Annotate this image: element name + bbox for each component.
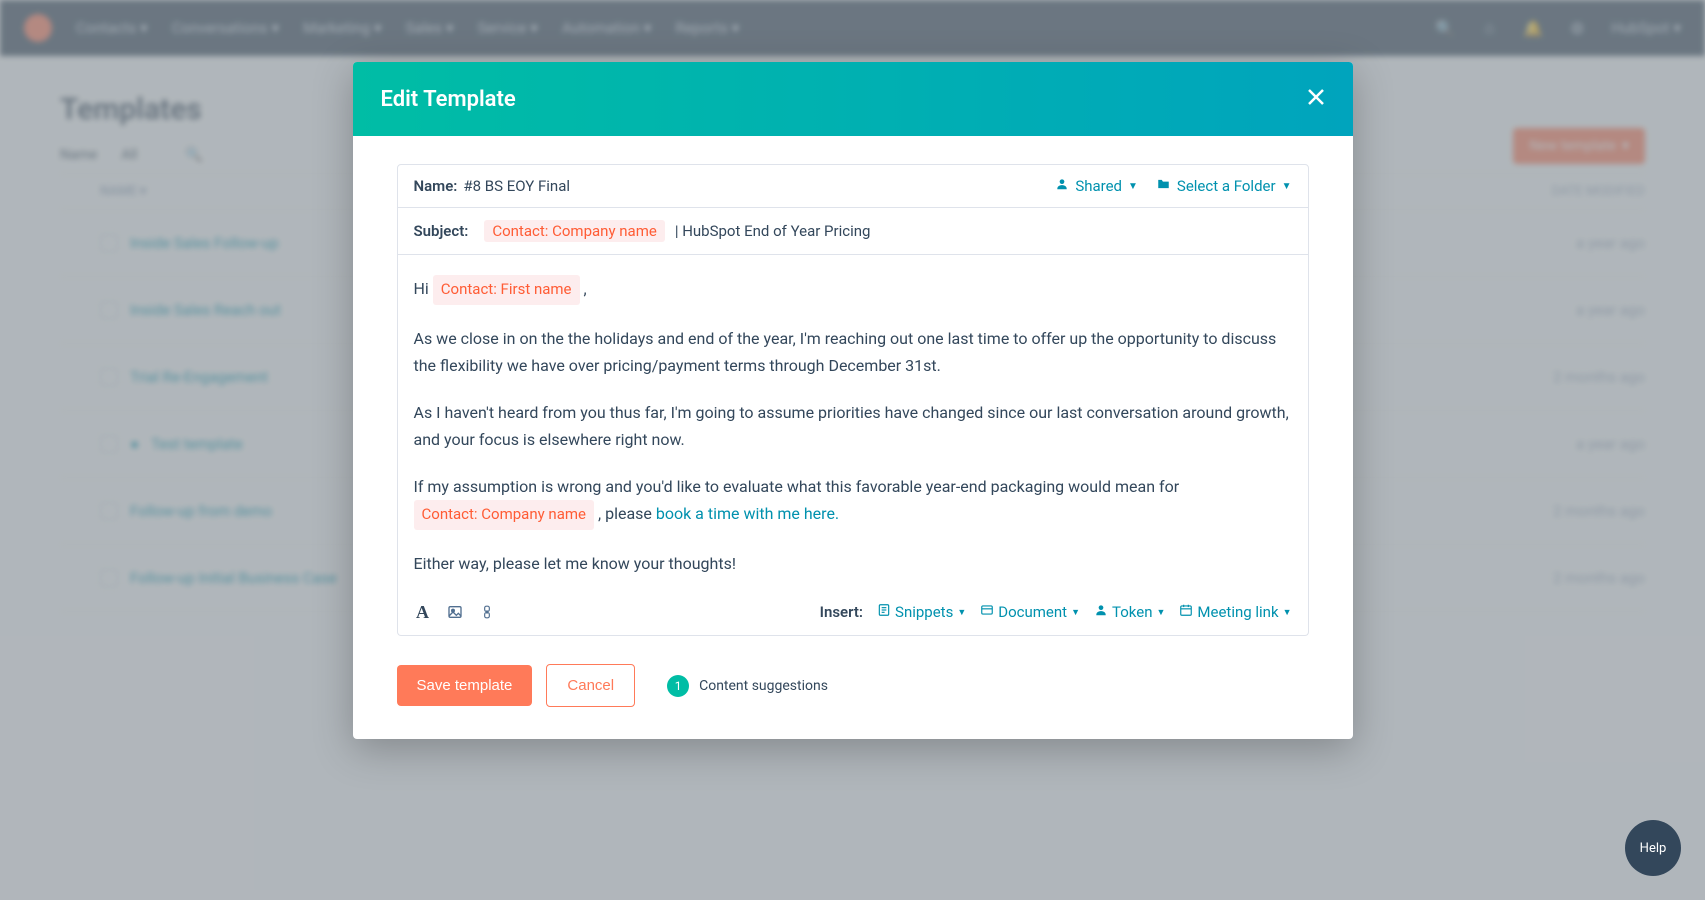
snippets-icon <box>877 603 891 621</box>
image-icon[interactable] <box>446 603 464 621</box>
modal-overlay: Edit Template Name: #8 BS EOY Final Shar… <box>0 0 1705 900</box>
user-icon <box>1055 177 1069 195</box>
insert-document[interactable]: Document▼ <box>980 603 1080 621</box>
link-icon[interactable] <box>478 603 496 621</box>
modal-footer: Save template Cancel 1 Content suggestio… <box>397 636 1309 707</box>
close-button[interactable] <box>1307 86 1325 112</box>
greeting-token[interactable]: Contact: First name <box>433 275 580 305</box>
subject-token[interactable]: Contact: Company name <box>484 220 665 242</box>
insert-meeting-link[interactable]: Meeting link▼ <box>1179 603 1291 621</box>
modal-title: Edit Template <box>381 87 516 112</box>
caret-down-icon: ▼ <box>1071 607 1080 618</box>
token-icon <box>1094 603 1108 621</box>
caret-down-icon: ▼ <box>1156 607 1165 618</box>
body-paragraph: Either way, please let me know your thou… <box>414 550 1292 577</box>
caret-down-icon: ▼ <box>957 607 966 618</box>
meeting-link[interactable]: book a time with me here. <box>656 504 839 523</box>
content-suggestions[interactable]: 1 Content suggestions <box>667 675 828 697</box>
text-style-icon[interactable]: A <box>414 603 432 621</box>
cancel-button[interactable]: Cancel <box>546 664 635 707</box>
folder-dropdown[interactable]: Select a Folder ▼ <box>1156 177 1292 195</box>
close-icon <box>1307 88 1325 106</box>
insert-token[interactable]: Token▼ <box>1094 603 1165 621</box>
editor-toolbar: A Insert: Snippets▼ Document▼ <box>414 597 1292 621</box>
body-paragraph: As I haven't heard from you thus far, I'… <box>414 399 1292 453</box>
subject-label: Subject: <box>414 222 469 240</box>
calendar-icon <box>1179 603 1193 621</box>
email-body-editor[interactable]: Hi Contact: First name , As we close in … <box>397 255 1309 636</box>
caret-down-icon: ▼ <box>1283 607 1292 618</box>
caret-down-icon: ▼ <box>1282 181 1292 192</box>
shared-dropdown[interactable]: Shared ▼ <box>1055 177 1138 195</box>
save-template-button[interactable]: Save template <box>397 665 533 706</box>
name-value[interactable]: #8 BS EOY Final <box>463 177 570 195</box>
subject-row[interactable]: Subject: Contact: Company name | HubSpot… <box>397 208 1309 255</box>
document-icon <box>980 603 994 621</box>
insert-snippets[interactable]: Snippets▼ <box>877 603 966 621</box>
folder-icon <box>1156 177 1171 195</box>
name-row: Name: #8 BS EOY Final Shared ▼ Select a … <box>397 164 1309 208</box>
body-paragraph: If my assumption is wrong and you'd like… <box>414 473 1292 530</box>
body-paragraph: As we close in on the the holidays and e… <box>414 325 1292 379</box>
modal-header: Edit Template <box>353 62 1353 136</box>
caret-down-icon: ▼ <box>1128 181 1138 192</box>
edit-template-modal: Edit Template Name: #8 BS EOY Final Shar… <box>353 62 1353 739</box>
name-label: Name: <box>414 177 458 195</box>
help-button[interactable]: Help <box>1625 820 1681 876</box>
suggestions-count-badge: 1 <box>667 675 689 697</box>
insert-label: Insert: <box>820 603 863 621</box>
company-token[interactable]: Contact: Company name <box>414 500 595 530</box>
subject-text: | HubSpot End of Year Pricing <box>675 222 871 240</box>
